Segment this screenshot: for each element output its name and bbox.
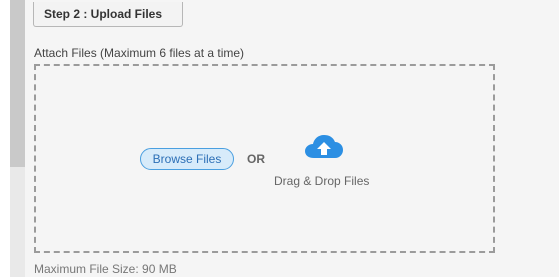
drag-drop-label: Drag & Drop Files — [274, 174, 370, 188]
left-scrollbar-thumb[interactable] — [10, 0, 25, 167]
file-dropzone[interactable]: Browse Files OR Drag & Drop Files — [34, 64, 495, 253]
upload-page: Step 2 : Upload Files Attach Files (Maxi… — [0, 0, 559, 277]
browse-files-button[interactable]: Browse Files — [140, 148, 234, 170]
cloud-upload-icon[interactable] — [304, 134, 344, 164]
step-title: Step 2 : Upload Files — [44, 7, 163, 21]
max-file-size-text: Maximum File Size: 90 MB — [34, 262, 177, 276]
step-title-tab: Step 2 : Upload Files — [33, 2, 183, 27]
or-separator: OR — [247, 152, 265, 166]
left-gutter — [0, 0, 10, 277]
attach-files-label: Attach Files (Maximum 6 files at a time) — [34, 46, 245, 60]
